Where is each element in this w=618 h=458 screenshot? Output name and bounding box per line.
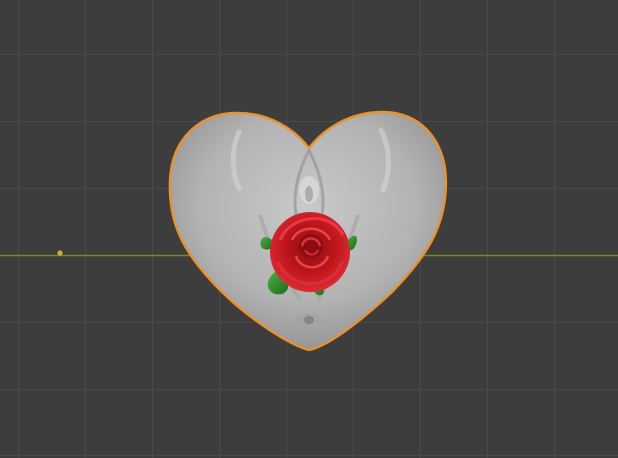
- scene-objects: [168, 110, 448, 352]
- 3d-viewport[interactable]: [0, 0, 618, 458]
